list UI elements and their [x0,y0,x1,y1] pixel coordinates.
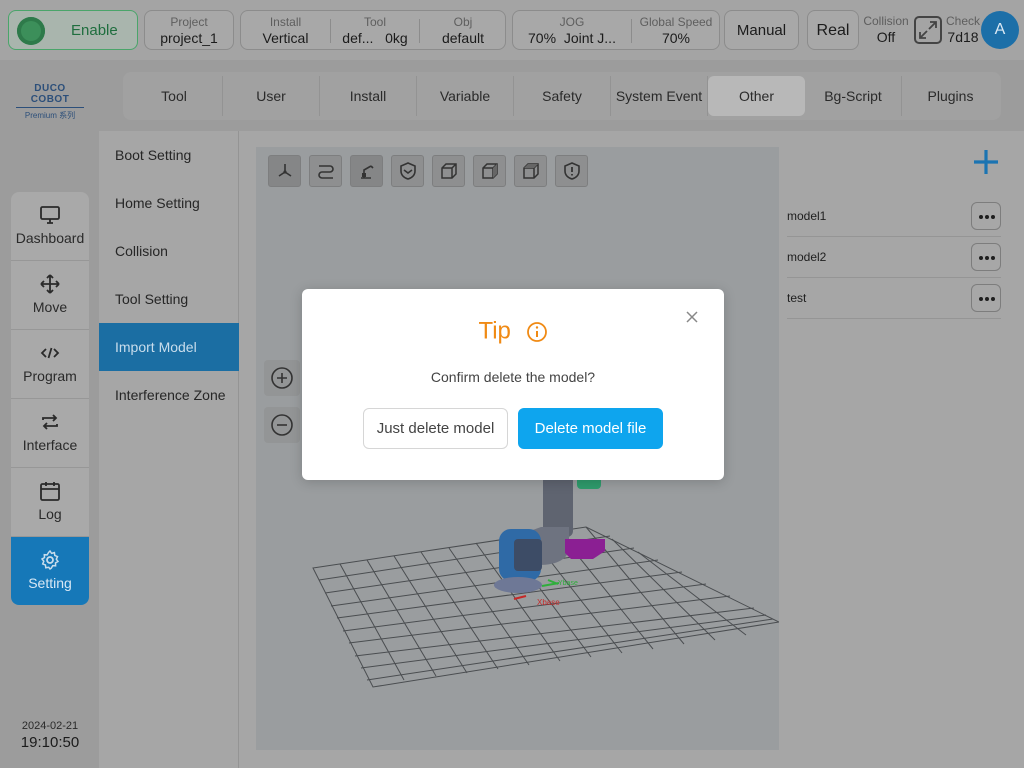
nav-item-program[interactable]: Program [11,330,89,399]
check-value: 7d18 [947,29,979,45]
plus-icon [974,150,998,174]
tab-system-event[interactable]: System Event [611,76,708,116]
enable-label: Enable [71,22,118,39]
robot-model [494,467,605,600]
tool-payload: 0kg [385,30,408,46]
submenu-interference-zone[interactable]: Interference Zone [99,371,239,419]
real-label: Real [816,22,850,39]
enable-button[interactable]: Enable [8,10,138,50]
collision-status[interactable]: Collision Off [862,10,910,50]
nav-label-log: Log [38,506,62,522]
dialog-close-icon[interactable] [684,309,700,325]
check-label: Check [945,14,980,28]
collision-label: Collision [863,14,909,28]
nav-item-move[interactable]: Move [11,261,89,330]
tab-user[interactable]: User [223,76,320,116]
model-more-button[interactable] [971,202,1001,230]
nav-item-dashboard[interactable]: Dashboard [11,192,89,261]
avatar[interactable]: A [981,11,1019,49]
tab-tool[interactable]: Tool [126,76,223,116]
tab-safety[interactable]: Safety [514,76,611,116]
collision-value: Off [876,29,896,45]
monitor-icon [40,206,60,224]
submenu-import-model[interactable]: Import Model [99,323,239,371]
tab-bg-script[interactable]: Bg-Script [805,76,902,116]
real-button[interactable]: Real [807,10,859,50]
nav-label-program: Program [23,368,77,384]
delete-model-dialog: Tip Confirm delete the model? Just delet… [302,289,724,480]
jog-mode: Joint J... [563,30,616,46]
submenu-tool-setting[interactable]: Tool Setting [99,275,239,323]
settings-tabs: Tool User Install Variable Safety System… [123,72,1001,120]
jog-label: JOG [559,15,585,29]
fullscreen-icon[interactable] [914,16,942,44]
delete-model-file-button[interactable]: Delete model file [518,408,663,449]
obj-label: Obj [453,15,473,29]
just-delete-model-button[interactable]: Just delete model [363,408,508,449]
y-axis-label: Ybase [558,580,578,587]
tab-install[interactable]: Install [320,76,417,116]
brand-logo: DUCO COBOT Premium 系列 [16,83,84,121]
nav-label-dashboard: Dashboard [15,230,85,246]
nav-item-log[interactable]: Log [11,468,89,537]
model-row[interactable]: model1 [787,196,1001,237]
tab-plugins[interactable]: Plugins [902,76,999,116]
check-status[interactable]: Check 7d18 [944,10,982,50]
brand-name: DUCO COBOT [16,83,84,108]
submenu-boot-setting[interactable]: Boot Setting [99,131,239,179]
code-icon [40,347,60,359]
nav-item-interface[interactable]: Interface [11,399,89,468]
dialog-title: Tip [302,317,724,346]
enable-indicator-icon [17,17,45,45]
global-speed-label: Global Speed [639,15,713,29]
info-icon [526,321,547,342]
swap-icon [42,414,58,430]
jog-speed-status[interactable]: JOG 70% Joint J... Global Speed 70% [512,10,720,50]
install-label: Install [269,15,302,29]
model-name: test [787,291,807,305]
install-value: Vertical [262,30,309,46]
model-name: model2 [787,250,827,264]
model-name: model1 [787,209,827,223]
x-axis-label: Xbase [537,598,560,607]
nav-label-setting: Setting [28,575,72,591]
dialog-title-text: Tip [478,317,511,345]
gear-icon [40,549,60,571]
submenu-collision[interactable]: Collision [99,227,239,275]
current-date: 2024-02-21 [21,720,79,732]
model-more-button[interactable] [971,284,1001,312]
status-bar: Enable Project project_1 Install Vertica… [0,0,1024,60]
jog-value: 70% [528,30,557,46]
manual-button[interactable]: Manual [724,10,799,50]
add-model-button[interactable] [970,146,1002,178]
other-submenu: Boot Setting Home Setting Collision Tool… [99,131,239,768]
tool-name: def... [342,30,374,46]
project-label: Project [170,15,208,29]
tab-other[interactable]: Other [708,76,805,116]
tab-variable[interactable]: Variable [417,76,514,116]
nav-item-setting[interactable]: Setting [11,537,89,605]
install-tool-obj-status[interactable]: Install Vertical Tool def... 0kg Obj def… [240,10,506,50]
nav-label-move: Move [32,299,68,315]
model-row[interactable]: test [787,278,1001,319]
current-time: 19:10:50 [20,734,80,751]
manual-label: Manual [736,22,787,39]
brand-series: Premium 系列 [24,111,76,120]
global-speed-value: 70% [661,30,691,46]
main-nav: Dashboard Move Program Interface Log Set… [11,192,89,605]
calendar-icon [40,482,60,501]
obj-value: default [441,30,485,46]
move-arrows-icon [40,274,60,294]
dialog-message: Confirm delete the model? [430,369,596,385]
model-more-button[interactable] [971,243,1001,271]
nav-label-interface: Interface [22,437,78,453]
tool-label: Tool [363,15,386,29]
model-row[interactable]: model2 [787,237,1001,278]
project-status[interactable]: Project project_1 [144,10,234,50]
clock: 2024-02-21 19:10:50 [12,720,88,751]
project-value: project_1 [160,30,218,46]
submenu-home-setting[interactable]: Home Setting [99,179,239,227]
